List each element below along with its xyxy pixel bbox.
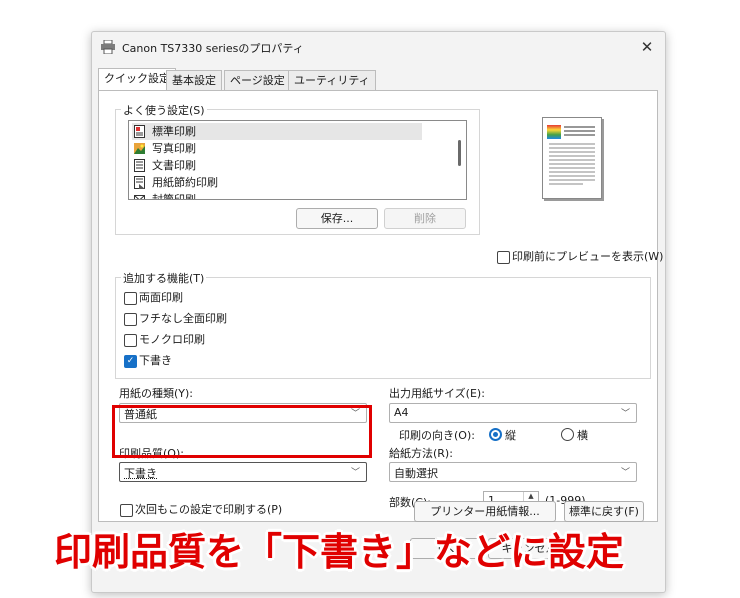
- chevron-down-icon: ﹀: [350, 468, 360, 478]
- printer-properties-window: Canon TS7330 seriesのプロパティ ✕ クイック設定 基本設定 …: [91, 31, 666, 593]
- list-item[interactable]: 写真印刷: [132, 140, 422, 157]
- radio-unselected[interactable]: [561, 428, 574, 441]
- orientation-label: 印刷の向き(O):: [399, 429, 475, 442]
- output-size-label: 出力用紙サイズ(E):: [389, 387, 485, 400]
- checkbox-box[interactable]: [124, 292, 137, 305]
- chevron-down-icon: ﹀: [620, 468, 630, 478]
- checkbox-box[interactable]: [120, 504, 133, 517]
- standard-print-icon: [134, 125, 145, 138]
- checkbox-box[interactable]: [124, 313, 137, 326]
- preview-page-graphic: [547, 125, 595, 185]
- tab-quick-setup[interactable]: クイック設定: [98, 68, 176, 91]
- list-item[interactable]: 標準印刷: [132, 123, 422, 140]
- page-preview-thumbnail: [542, 117, 602, 199]
- favorites-listbox[interactable]: 標準印刷 写真印刷 文書印刷 用紙節約印刷 封筒印刷: [128, 120, 467, 200]
- scroll-thumb[interactable]: [458, 140, 461, 166]
- tab-main[interactable]: 基本設定: [166, 70, 222, 90]
- favorites-legend: よく使う設定(S): [121, 102, 207, 118]
- favorites-scrollbar[interactable]: [453, 122, 465, 198]
- delete-button[interactable]: 削除: [384, 208, 466, 229]
- paper-source-select[interactable]: 自動選択 ﹀: [389, 462, 637, 482]
- chevron-down-icon: ﹀: [620, 409, 630, 419]
- envelope-icon: [134, 195, 145, 199]
- check-icon[interactable]: ✓: [124, 355, 137, 368]
- close-icon: ✕: [640, 38, 654, 56]
- tab-maintenance[interactable]: ユーティリティ: [288, 70, 376, 90]
- save-button[interactable]: 保存...: [296, 208, 378, 229]
- features-group: 追加する機能(T) 両面印刷 フチなし全面印刷 モノクロ印刷 ✓ 下書き: [115, 270, 651, 379]
- printer-icon: [101, 40, 115, 54]
- list-item[interactable]: 封筒印刷: [132, 191, 422, 199]
- document-print-icon: [134, 159, 145, 172]
- paper-source-label: 給紙方法(R):: [389, 447, 453, 460]
- paper-saving-icon: [134, 176, 145, 189]
- list-item[interactable]: 用紙節約印刷: [132, 174, 422, 191]
- media-type-label: 用紙の種類(Y):: [119, 387, 194, 400]
- radio-selected[interactable]: [489, 428, 502, 441]
- checkbox-box[interactable]: [497, 251, 510, 264]
- instruction-caption: 印刷品質を「下書き」などに設定: [54, 530, 625, 574]
- favorites-group: よく使う設定(S) 標準印刷 写真印刷 文書印刷 用紙節約印刷 封筒印刷 保存.…: [115, 102, 480, 235]
- printer-media-info-button[interactable]: プリンター用紙情報...: [414, 501, 556, 522]
- output-size-select[interactable]: A4 ﹀: [389, 403, 637, 423]
- photo-print-icon: [134, 143, 145, 154]
- close-button[interactable]: ✕: [635, 35, 659, 59]
- window-title: Canon TS7330 seriesのプロパティ: [122, 42, 304, 55]
- print-quality-highlight: [112, 405, 372, 458]
- checkbox-box[interactable]: [124, 334, 137, 347]
- tab-page-setup[interactable]: ページ設定: [224, 70, 291, 90]
- list-item[interactable]: 文書印刷: [132, 157, 422, 174]
- title-bar: Canon TS7330 seriesのプロパティ ✕: [92, 32, 665, 62]
- print-quality-select[interactable]: 下書き ﹀: [119, 462, 367, 482]
- features-legend: 追加する機能(T): [121, 270, 207, 286]
- defaults-button[interactable]: 標準に戻す(F): [564, 501, 644, 522]
